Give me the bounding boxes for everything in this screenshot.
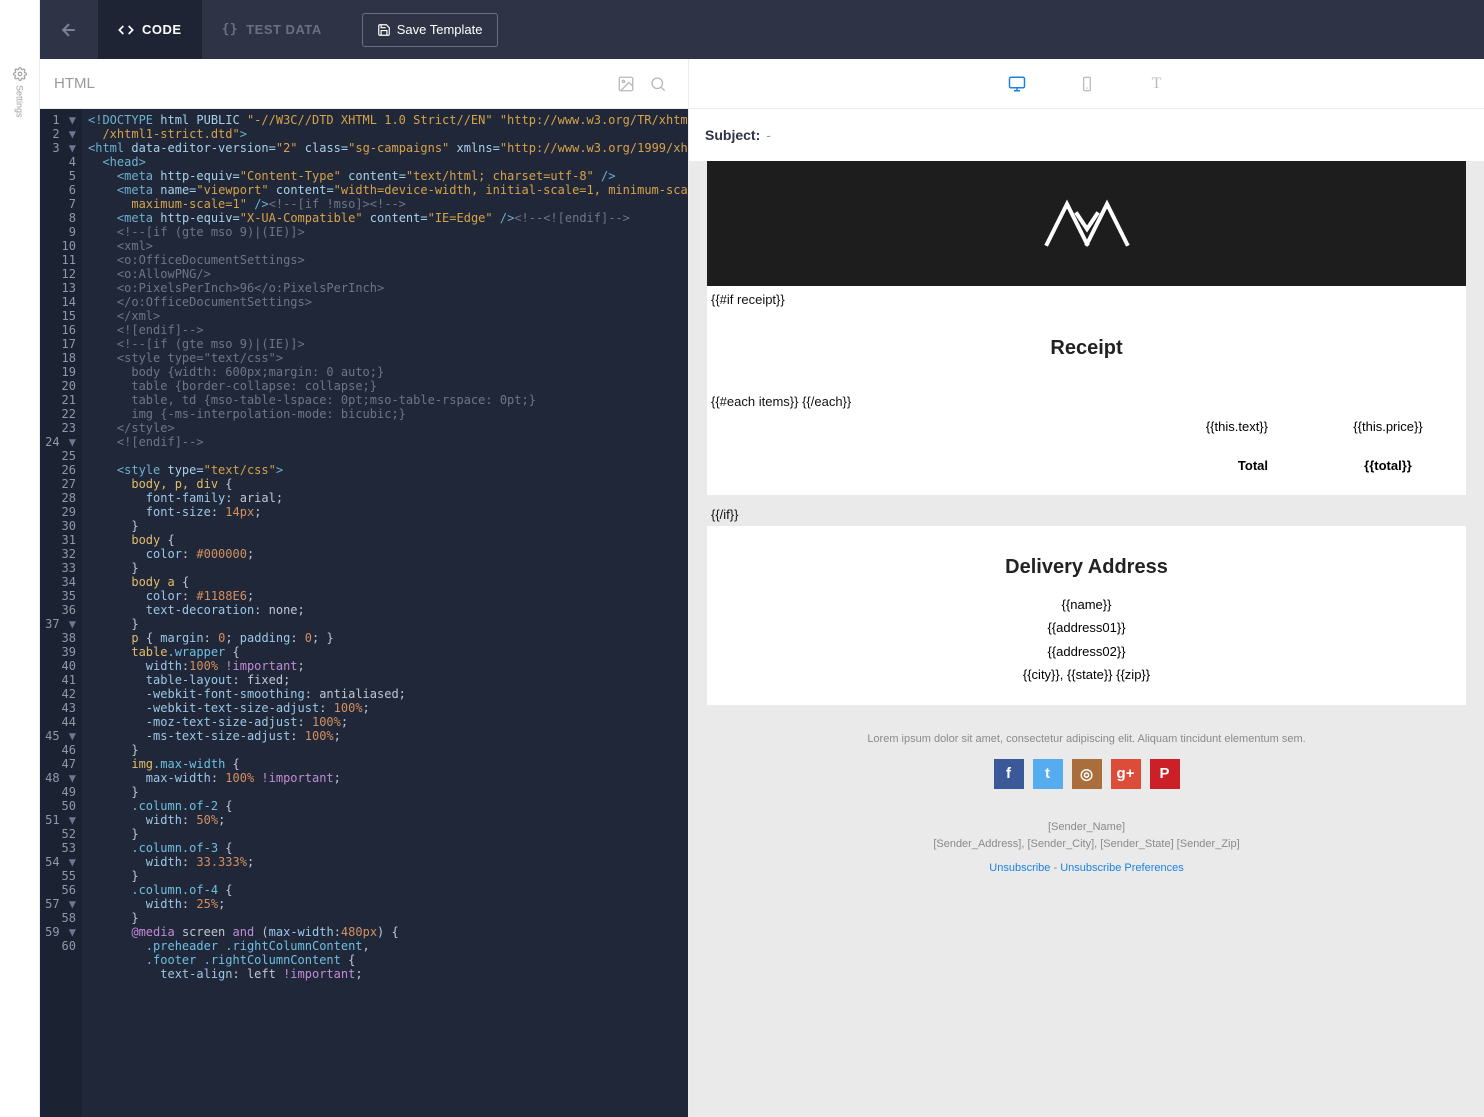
unsubscribe-link[interactable]: Unsubscribe (989, 862, 1050, 874)
address-line2: {{address02}} (725, 640, 1448, 663)
item-price: {{this.price}} (1328, 419, 1448, 434)
mobile-icon (1079, 76, 1095, 92)
social-icons: ft ◎ g+ P (727, 759, 1446, 789)
sender-address: [Sender_Address], [Sender_City], [Sender… (727, 836, 1446, 854)
social-twitter-icon[interactable]: t (1033, 759, 1063, 789)
editor-pane: HTML 1 ▼2 ▼3 ▼45678910111213141516171819… (40, 59, 689, 1117)
tab-testdata-label: TEST DATA (246, 22, 322, 37)
receipt-title: Receipt (725, 337, 1448, 360)
unsubscribe-prefs-link[interactable]: Unsubscribe Preferences (1060, 862, 1184, 874)
text-view-button[interactable]: T (1145, 72, 1169, 96)
code-icon (118, 22, 134, 38)
braces-icon: {} (222, 22, 239, 37)
tab-code[interactable]: CODE (98, 0, 202, 59)
address-title: Delivery Address (725, 556, 1448, 579)
address-line1: {{address01}} (725, 616, 1448, 639)
hero-logo-icon (1037, 199, 1137, 249)
arrow-left-icon (59, 20, 79, 40)
save-template-button[interactable]: Save Template (362, 13, 498, 47)
receipt-block: Receipt (707, 313, 1466, 388)
tab-code-label: CODE (142, 22, 182, 37)
social-instagram-icon[interactable]: ◎ (1072, 759, 1102, 789)
editor-header: HTML (40, 59, 688, 109)
back-button[interactable] (40, 0, 98, 59)
total-value: {{total}} (1328, 458, 1448, 473)
preview-pane: T Subject: - {{#if receipt}} (689, 59, 1484, 1117)
total-label: Total (725, 458, 1328, 473)
editor-title: HTML (54, 75, 95, 92)
settings-rail-label: Settings (15, 85, 25, 118)
social-google-plus-icon[interactable]: g+ (1111, 759, 1141, 789)
editor-gutter: 1 ▼2 ▼3 ▼4567891011121314151617181920212… (40, 109, 82, 1117)
preview-body[interactable]: {{#if receipt}} Receipt {{#each items}} … (689, 161, 1484, 1117)
mobile-view-button[interactable] (1075, 72, 1099, 96)
preview-toolbar: T (689, 59, 1484, 109)
search-button[interactable] (642, 68, 674, 100)
address-name: {{name}} (725, 593, 1448, 616)
settings-rail[interactable]: Settings (0, 0, 40, 1117)
receipt-total-row: Total {{total}} (725, 458, 1448, 473)
text-icon: T (1152, 75, 1162, 93)
topbar: CODE {} TEST DATA Save Template (40, 0, 1484, 59)
email-template: {{#if receipt}} Receipt {{#each items}} … (707, 161, 1466, 705)
editor-code[interactable]: <!DOCTYPE html PUBLIC "-//W3C//DTD XHTML… (82, 109, 688, 1117)
save-icon (377, 23, 391, 37)
address-city-state-zip: {{city}}, {{state}} {{zip}} (725, 663, 1448, 686)
subject-label: Subject: (705, 127, 760, 143)
image-icon (617, 75, 635, 93)
save-button-label: Save Template (397, 22, 483, 37)
legal-block: [Sender_Name] [Sender_Address], [Sender_… (727, 819, 1446, 878)
gear-icon (13, 67, 27, 81)
handlebars-if: {{#if receipt}} (707, 286, 1466, 313)
item-text: {{this.text}} (725, 419, 1328, 434)
handlebars-endif: {{/if}} (707, 495, 1466, 526)
sender-name: [Sender_Name] (727, 819, 1446, 837)
social-facebook-icon[interactable]: f (994, 759, 1024, 789)
address-block: Delivery Address {{name}} {{address01}} … (707, 526, 1466, 705)
desktop-icon (1008, 75, 1026, 93)
handlebars-each: {{#each items}} {{/each}} (707, 388, 1466, 415)
footer-text: Lorem ipsum dolor sit amet, consectetur … (727, 733, 1446, 745)
hero-banner (707, 161, 1466, 286)
search-icon (649, 75, 667, 93)
subject-value: - (766, 127, 771, 143)
image-button[interactable] (610, 68, 642, 100)
social-pinterest-icon[interactable]: P (1150, 759, 1180, 789)
receipt-item-row: {{this.text}} {{this.price}} (725, 419, 1448, 434)
legal-separator: - (1050, 862, 1060, 874)
code-editor[interactable]: 1 ▼2 ▼3 ▼4567891011121314151617181920212… (40, 109, 688, 1117)
email-footer: Lorem ipsum dolor sit amet, consectetur … (707, 705, 1466, 906)
tab-test-data[interactable]: {} TEST DATA (202, 0, 342, 59)
subject-bar: Subject: - (689, 109, 1484, 161)
desktop-view-button[interactable] (1005, 72, 1029, 96)
